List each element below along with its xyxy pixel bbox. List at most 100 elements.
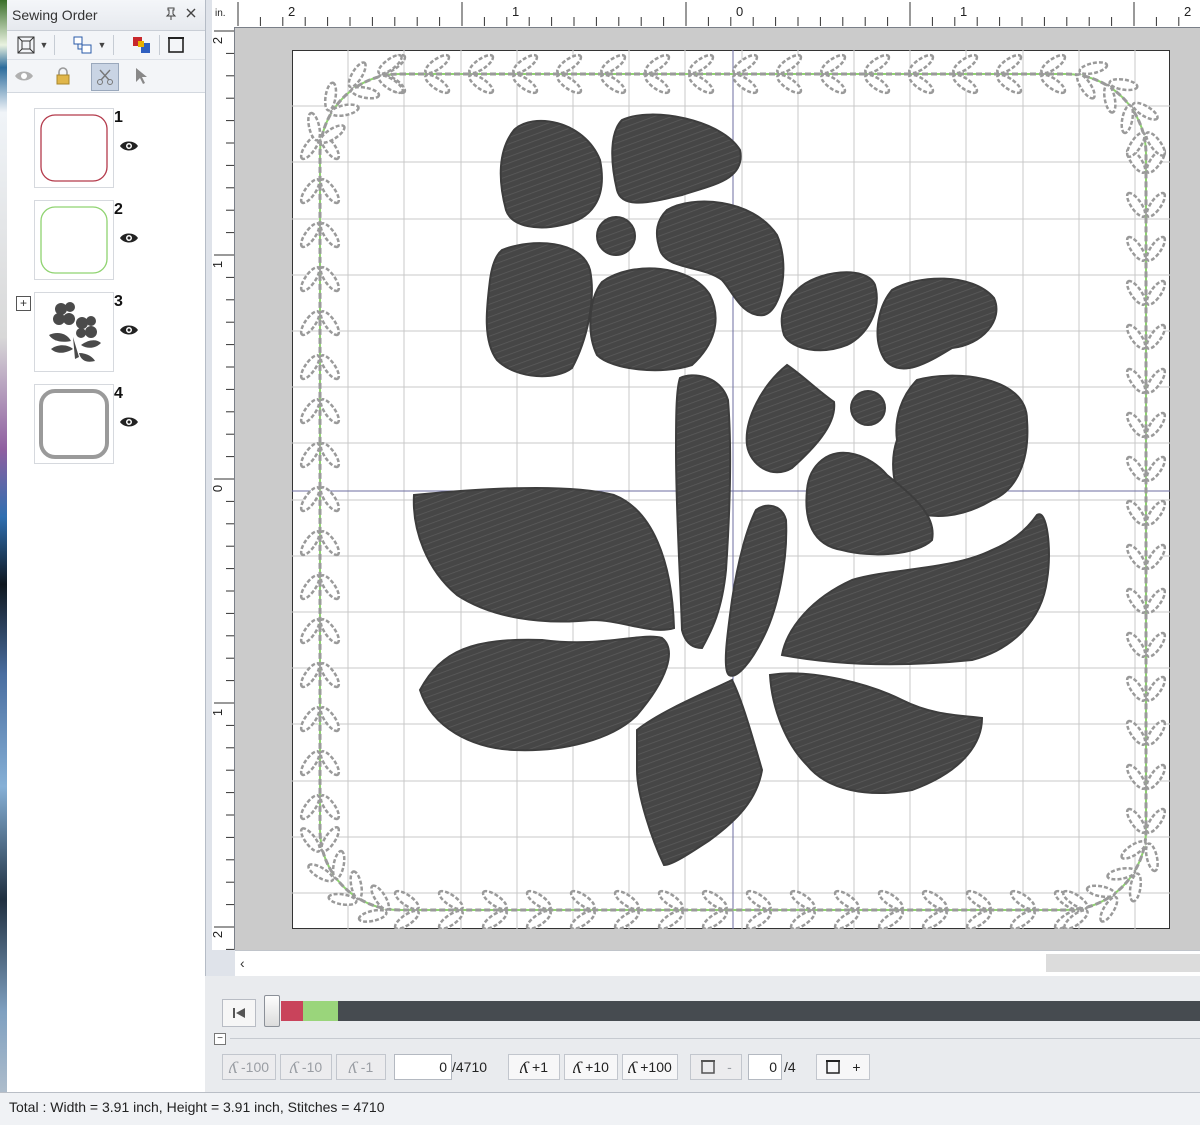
- fit-view-icon: [17, 36, 35, 54]
- eye-icon[interactable]: [119, 324, 139, 336]
- button-label: +1: [532, 1059, 548, 1075]
- stitch-icon: ʎ: [348, 1057, 358, 1077]
- step-minus-100-button[interactable]: ʎ -100: [222, 1054, 276, 1080]
- item-number: 4: [114, 385, 123, 402]
- collapse-icon[interactable]: −: [214, 1033, 226, 1045]
- desktop-background-strip: [0, 0, 7, 1124]
- next-frame-button[interactable]: +: [816, 1054, 870, 1080]
- color-segment-green: [303, 1001, 338, 1021]
- button-label: -: [727, 1059, 732, 1075]
- previous-frame-button[interactable]: -: [690, 1054, 742, 1080]
- sewing-order-item[interactable]: 1: [7, 104, 205, 196]
- group-button[interactable]: [72, 34, 94, 56]
- sewing-order-item[interactable]: 2: [7, 196, 205, 288]
- ruler-label: 2: [210, 930, 226, 939]
- lock-icon: [56, 67, 70, 85]
- step-minus-1-button[interactable]: ʎ -1: [336, 1054, 386, 1080]
- frame-icon: [701, 1060, 716, 1074]
- toolbar-separator: [54, 35, 55, 55]
- item-number: 1: [114, 109, 123, 126]
- ruler-label: 1: [210, 708, 226, 717]
- horizontal-ruler: 2 1 0 1 2: [234, 0, 1200, 28]
- status-text: Total : Width = 3.91 inch, Height = 3.91…: [9, 1099, 385, 1115]
- stitch-icon: ʎ: [519, 1057, 530, 1077]
- cut-button[interactable]: [91, 63, 119, 91]
- button-label: -10: [301, 1059, 323, 1075]
- select-button[interactable]: [130, 65, 152, 87]
- panel-title: Sewing Order: [12, 7, 98, 23]
- ruler-label: 1: [210, 260, 226, 269]
- step-plus-100-button[interactable]: ʎ +100: [622, 1054, 678, 1080]
- button-label: -1: [360, 1059, 374, 1075]
- frame-button[interactable]: [165, 34, 187, 56]
- step-plus-1-button[interactable]: ʎ +1: [508, 1054, 560, 1080]
- item-number: 2: [114, 201, 123, 218]
- step-plus-10-button[interactable]: ʎ +10: [564, 1054, 618, 1080]
- stitch-icon: ʎ: [628, 1057, 638, 1077]
- eye-icon: [15, 71, 33, 81]
- ruler-label: 0: [210, 484, 226, 493]
- sewing-order-toolbar-top: ▼ ▼: [7, 31, 205, 60]
- ruler-label: 2: [288, 4, 296, 19]
- stitch-icon: ʎ: [228, 1057, 238, 1077]
- panel-header: Sewing Order: [7, 0, 205, 31]
- lock-button[interactable]: [52, 65, 74, 87]
- stitch-icon: ʎ: [573, 1057, 583, 1077]
- go-to-start-button[interactable]: [222, 999, 256, 1027]
- color-total-label: /4: [784, 1059, 796, 1075]
- group-icon: [73, 36, 92, 54]
- color-number-field[interactable]: 0: [748, 1054, 782, 1080]
- button-label: -100: [241, 1059, 270, 1075]
- frame-icon: [168, 37, 184, 53]
- pin-icon[interactable]: [165, 7, 177, 24]
- slider-thumb[interactable]: [264, 995, 280, 1027]
- fit-view-button[interactable]: [15, 34, 37, 56]
- button-label: +10: [585, 1059, 609, 1075]
- fit-view-dropdown[interactable]: ▼: [39, 34, 49, 56]
- ruler-unit: in.: [215, 8, 226, 19]
- ruler-label: 2: [210, 36, 226, 45]
- status-bar: Total : Width = 3.91 inch, Height = 3.91…: [0, 1092, 1200, 1125]
- ruler-corner: in.: [212, 0, 235, 28]
- ruler-label: 1: [512, 4, 520, 19]
- toolbar-separator: [159, 35, 160, 55]
- eye-icon[interactable]: [119, 140, 139, 152]
- scroll-left-arrow-icon[interactable]: ‹: [240, 955, 256, 971]
- sewing-order-item[interactable]: + 3: [7, 288, 205, 380]
- eye-icon[interactable]: [119, 232, 139, 244]
- expand-icon[interactable]: +: [16, 296, 31, 311]
- separator-line: [230, 1038, 1200, 1039]
- close-icon[interactable]: [185, 7, 197, 22]
- visibility-button[interactable]: [13, 65, 35, 87]
- stitch-total-label: /4710: [452, 1059, 488, 1075]
- skip-start-icon: [233, 1008, 245, 1018]
- item-thumbnail: [34, 108, 114, 188]
- vertical-ruler: 2 1 0 1 2: [210, 27, 235, 950]
- item-number: 3: [114, 293, 123, 310]
- group-dropdown[interactable]: ▼: [97, 34, 107, 56]
- eye-icon[interactable]: [119, 416, 139, 428]
- scissors-icon: [97, 69, 113, 85]
- ruler-label: 2: [1184, 4, 1192, 19]
- design-hoop-area[interactable]: [292, 50, 1170, 931]
- scrollbar-thumb[interactable]: [1046, 954, 1200, 972]
- color-segment-red: [281, 1001, 303, 1021]
- ruler-label: 1: [960, 4, 968, 19]
- color-blocks-icon: [133, 37, 150, 53]
- ruler-label: 0: [736, 4, 744, 19]
- color-order-button[interactable]: [131, 34, 153, 56]
- item-thumbnail: [34, 384, 114, 464]
- sewing-order-item[interactable]: 4: [7, 380, 205, 472]
- stitch-icon: ʎ: [289, 1057, 299, 1077]
- button-label: +: [852, 1059, 861, 1075]
- stitch-number-field[interactable]: 0: [394, 1054, 452, 1080]
- button-label: +100: [640, 1059, 672, 1075]
- item-thumbnail: [34, 292, 114, 372]
- item-thumbnail: [34, 200, 114, 280]
- step-minus-10-button[interactable]: ʎ -10: [280, 1054, 332, 1080]
- frame-icon: [826, 1060, 841, 1074]
- stitch-progress-slider[interactable]: [281, 1001, 1200, 1021]
- cursor-arrow-icon: [136, 68, 147, 84]
- sewing-order-panel: Sewing Order ▼ ▼ 1 2 + 3 4: [7, 0, 206, 1092]
- sewing-order-toolbar-bottom: [7, 60, 205, 93]
